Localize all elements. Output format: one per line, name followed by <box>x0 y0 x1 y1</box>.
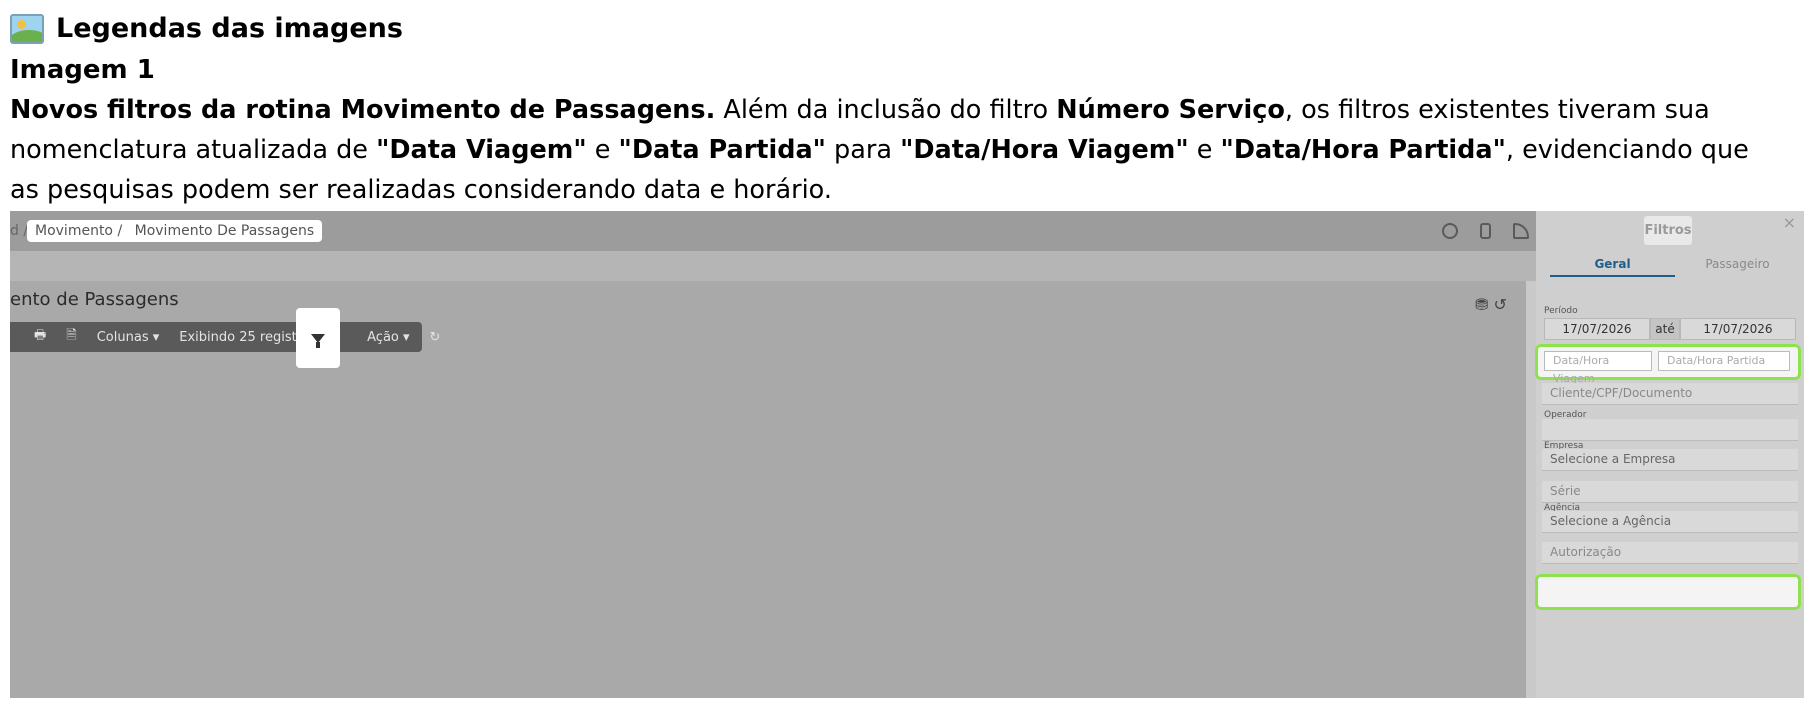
trip-datetime-input[interactable]: Data/Hora Viagem <box>1544 351 1652 385</box>
top-bar: d / Movimento / Movimento De Passagens <box>10 211 1536 251</box>
filter-button[interactable] <box>296 308 340 368</box>
action-dropdown[interactable]: Ação ▾ <box>357 330 419 345</box>
agency-select[interactable]: Selecione a Agência <box>1542 511 1798 533</box>
caption-line-1: Novos filtros da rotina Movimento de Pas… <box>10 95 1710 125</box>
period-label: Período <box>1544 306 1578 316</box>
date-separator: até <box>1650 318 1680 340</box>
date-to-input[interactable]: 17/07/2026 <box>1680 318 1796 340</box>
print-icon[interactable]: 🖶 <box>24 326 56 348</box>
user-icon[interactable] <box>1442 223 1458 239</box>
datetime-filters-highlight: Data/Hora Viagem Data/Hora Partida <box>1535 344 1801 385</box>
breadcrumb-current: Movimento De Passagens <box>134 223 315 239</box>
header-band <box>10 251 1536 281</box>
breadcrumb-movimento[interactable]: Movimento / <box>35 223 122 239</box>
breadcrumb-prefix: d / <box>10 223 29 239</box>
tab-passenger[interactable]: Passageiro <box>1675 257 1800 277</box>
service-number-highlight <box>1535 574 1801 610</box>
company-select[interactable]: Selecione a Empresa <box>1542 449 1798 471</box>
caption-heading-text: Legendas das imagens <box>56 13 403 44</box>
image-label: Imagem 1 <box>10 55 155 85</box>
close-icon[interactable]: × <box>1783 213 1796 232</box>
caption-heading: Legendas das imagens <box>10 8 1810 50</box>
picture-icon <box>10 14 44 44</box>
operator-input[interactable] <box>1542 419 1798 441</box>
filter-icon <box>311 333 325 348</box>
client-input[interactable]: Cliente/CPF/Documento <box>1542 383 1798 405</box>
refresh-icon[interactable]: ↻ <box>420 330 451 345</box>
filters-title: Filtros <box>1644 216 1692 245</box>
caption-line-2: nomenclatura atualizada de "Data Viagem"… <box>10 135 1749 165</box>
filter-tabs: Geral Passageiro <box>1550 257 1800 277</box>
date-from-input[interactable]: 17/07/2026 <box>1544 318 1650 340</box>
departure-datetime-input[interactable]: Data/Hora Partida <box>1658 351 1790 371</box>
caption-document: Legendas das imagens Imagem 1 Novos filt… <box>10 8 1810 210</box>
authorization-input[interactable]: Autorização <box>1542 542 1798 564</box>
breadcrumb: Movimento / Movimento De Passagens <box>27 220 323 242</box>
wifi-icon[interactable] <box>1513 223 1529 239</box>
table-toolbar: 🖶 🗎 Colunas ▾ Exibindo 25 registros ▾ Aç… <box>10 322 440 352</box>
page-title: ento de Passagens <box>10 289 179 310</box>
tab-general[interactable]: Geral <box>1550 257 1675 277</box>
columns-dropdown[interactable]: Colunas ▾ <box>87 330 170 345</box>
caption-line-3: as pesquisas podem ser realizadas consid… <box>10 175 832 205</box>
series-input[interactable]: Série <box>1542 481 1798 503</box>
filters-panel: Filtros × Geral Passageiro Período 17/07… <box>1535 211 1804 698</box>
mobile-icon[interactable] <box>1480 223 1491 239</box>
export-icon[interactable]: 🗎 <box>56 326 86 348</box>
history-icon[interactable]: ⛃ ↺ <box>1475 295 1507 314</box>
screenshot: d / Movimento / Movimento De Passagens e… <box>10 211 1804 698</box>
